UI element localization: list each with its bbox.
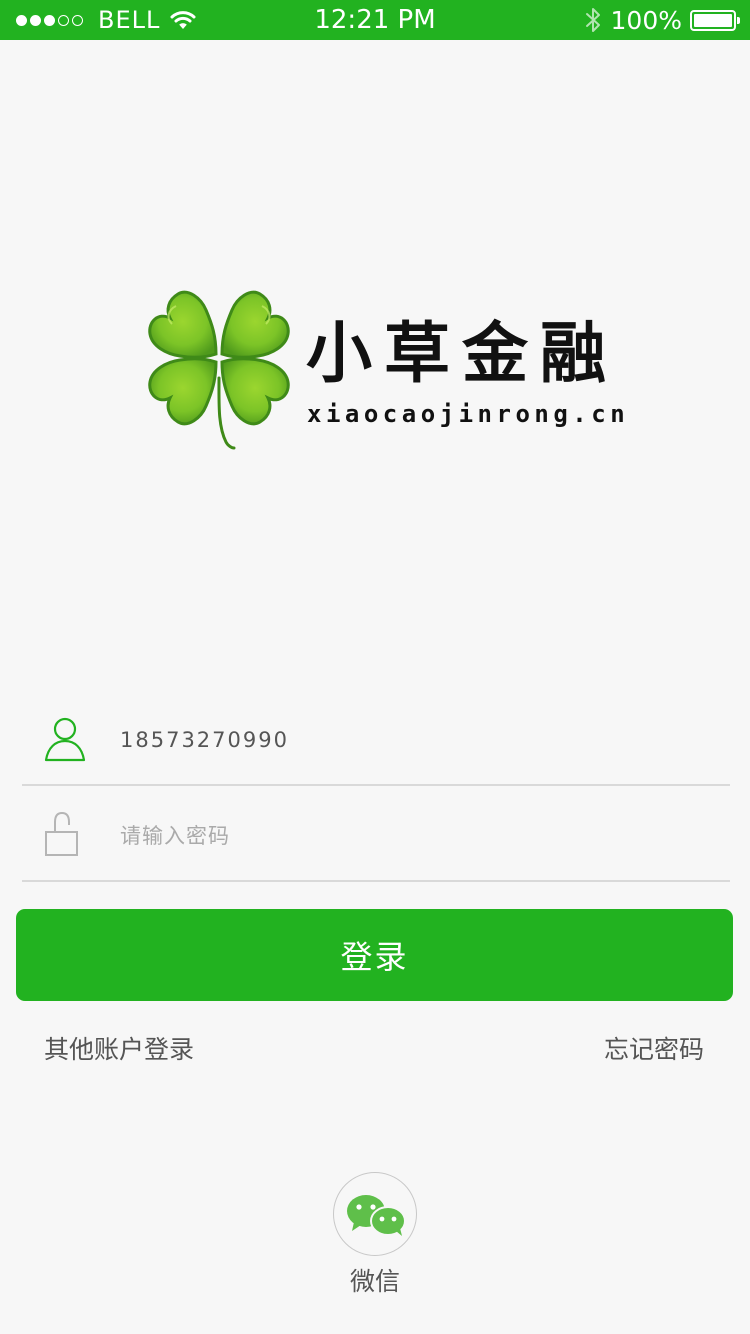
- battery-percentage: 100%: [610, 5, 682, 35]
- battery-tip: [737, 16, 740, 24]
- lock-icon: [45, 812, 78, 856]
- login-button[interactable]: 登录: [16, 909, 733, 1001]
- wechat-login-button[interactable]: [333, 1172, 417, 1256]
- username-field: [22, 690, 730, 786]
- battery-icon: [690, 9, 740, 31]
- bluetooth-icon: [585, 8, 600, 32]
- status-bar: BELL 12:21 PM 100%: [0, 0, 750, 40]
- clover-icon: [148, 290, 290, 450]
- username-input[interactable]: [120, 714, 700, 766]
- password-input[interactable]: [120, 810, 700, 862]
- wechat-icon: [347, 1195, 406, 1236]
- user-icon: [44, 717, 86, 762]
- wechat-label: 微信: [349, 1267, 400, 1296]
- brand-logo: 小草金融 xiaocaojinrong.cn: [146, 286, 625, 456]
- status-bar-right: 100%: [585, 0, 740, 40]
- other-account-login-link[interactable]: 其他账户登录: [44, 1030, 194, 1070]
- brand-domain: xiaocaojinrong.cn: [307, 400, 630, 428]
- forgot-password-link[interactable]: 忘记密码: [604, 1030, 704, 1070]
- brand-name: 小草金融: [306, 315, 618, 392]
- password-field: [22, 786, 730, 882]
- battery-level: [694, 13, 732, 27]
